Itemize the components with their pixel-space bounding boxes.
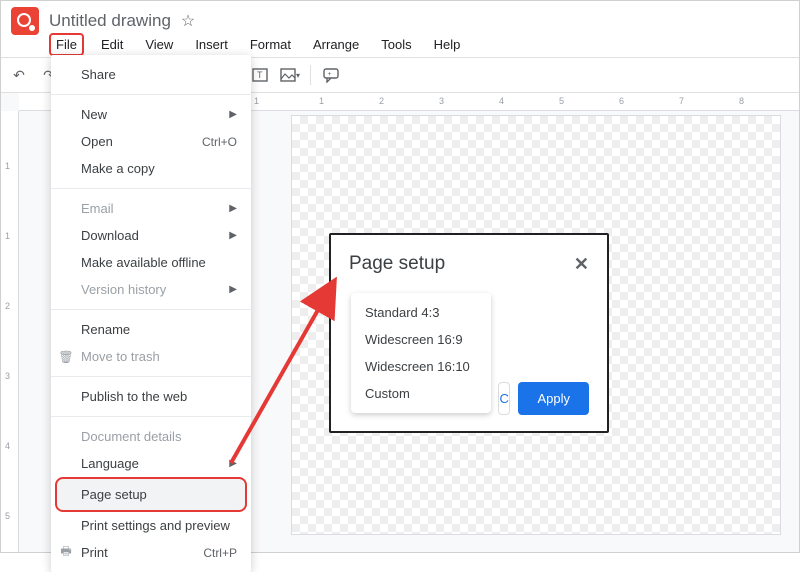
image-icon[interactable]: ▾ xyxy=(280,65,300,85)
menu-make-copy[interactable]: Make a copy xyxy=(51,155,251,182)
chevron-right-icon: ▶ xyxy=(229,230,237,241)
menu-email[interactable]: Email▶ xyxy=(51,195,251,222)
trash-icon: 🗑 xyxy=(59,350,73,364)
menu-tools[interactable]: Tools xyxy=(376,35,416,54)
menu-version-history[interactable]: Version history▶ xyxy=(51,276,251,303)
menu-new[interactable]: New▶ xyxy=(51,101,251,128)
close-icon[interactable]: ✕ xyxy=(574,254,589,275)
doc-title[interactable]: Untitled drawing xyxy=(49,11,171,31)
menu-edit[interactable]: Edit xyxy=(96,35,128,54)
menu-open[interactable]: OpenCtrl+O xyxy=(51,128,251,155)
menu-file[interactable]: File xyxy=(49,33,84,56)
menu-offline[interactable]: Make available offline xyxy=(51,249,251,276)
option-widescreen-169[interactable]: Widescreen 16:9 xyxy=(351,326,491,353)
cancel-button[interactable]: Cancel xyxy=(498,382,510,415)
option-widescreen-1610[interactable]: Widescreen 16:10 xyxy=(351,353,491,380)
menu-bar: File Edit View Insert Format Arrange Too… xyxy=(1,35,799,57)
apply-button[interactable]: Apply xyxy=(518,382,589,415)
menu-arrange[interactable]: Arrange xyxy=(308,35,364,54)
comment-icon[interactable]: + xyxy=(321,65,341,85)
menu-print-settings[interactable]: Print settings and preview xyxy=(51,512,251,539)
undo-icon[interactable]: ↶ xyxy=(9,65,29,85)
menu-download[interactable]: Download▶ xyxy=(51,222,251,249)
svg-text:T: T xyxy=(257,70,263,80)
option-standard[interactable]: Standard 4:3 xyxy=(351,299,491,326)
menu-doc-details: Document details xyxy=(51,423,251,450)
file-menu-dropdown: Share New▶ OpenCtrl+O Make a copy Email▶… xyxy=(51,55,251,572)
menu-format[interactable]: Format xyxy=(245,35,296,54)
menu-insert[interactable]: Insert xyxy=(190,35,233,54)
menu-publish[interactable]: Publish to the web xyxy=(51,383,251,410)
title-bar: Untitled drawing ☆ xyxy=(1,1,799,35)
textbox-icon[interactable]: T xyxy=(250,65,270,85)
menu-rename[interactable]: Rename xyxy=(51,316,251,343)
ruler-vertical: 1 1 2 3 4 5 xyxy=(1,111,19,552)
menu-page-setup[interactable]: Page setup xyxy=(57,479,245,510)
option-custom[interactable]: Custom xyxy=(351,380,491,407)
shortcut-label: Ctrl+O xyxy=(202,135,237,149)
app-icon xyxy=(11,7,39,35)
menu-language[interactable]: Language▶ xyxy=(51,450,251,477)
page-setup-dialog: Page setup ✕ Standard 4:3 Widescreen 16:… xyxy=(329,233,609,433)
menu-move-to-trash: 🗑 Move to trash xyxy=(51,343,251,370)
dialog-title: Page setup xyxy=(349,253,445,275)
menu-help[interactable]: Help xyxy=(429,35,466,54)
chevron-right-icon: ▶ xyxy=(229,109,237,120)
menu-view[interactable]: View xyxy=(140,35,178,54)
star-icon[interactable]: ☆ xyxy=(181,11,195,31)
chevron-right-icon: ▶ xyxy=(229,458,237,469)
chevron-right-icon: ▶ xyxy=(229,284,237,295)
toolbar-separator xyxy=(310,65,311,85)
chevron-right-icon: ▶ xyxy=(229,203,237,214)
svg-text:+: + xyxy=(328,71,332,78)
menu-share[interactable]: Share xyxy=(51,61,251,88)
page-setup-options: Standard 4:3 Widescreen 16:9 Widescreen … xyxy=(351,293,491,413)
